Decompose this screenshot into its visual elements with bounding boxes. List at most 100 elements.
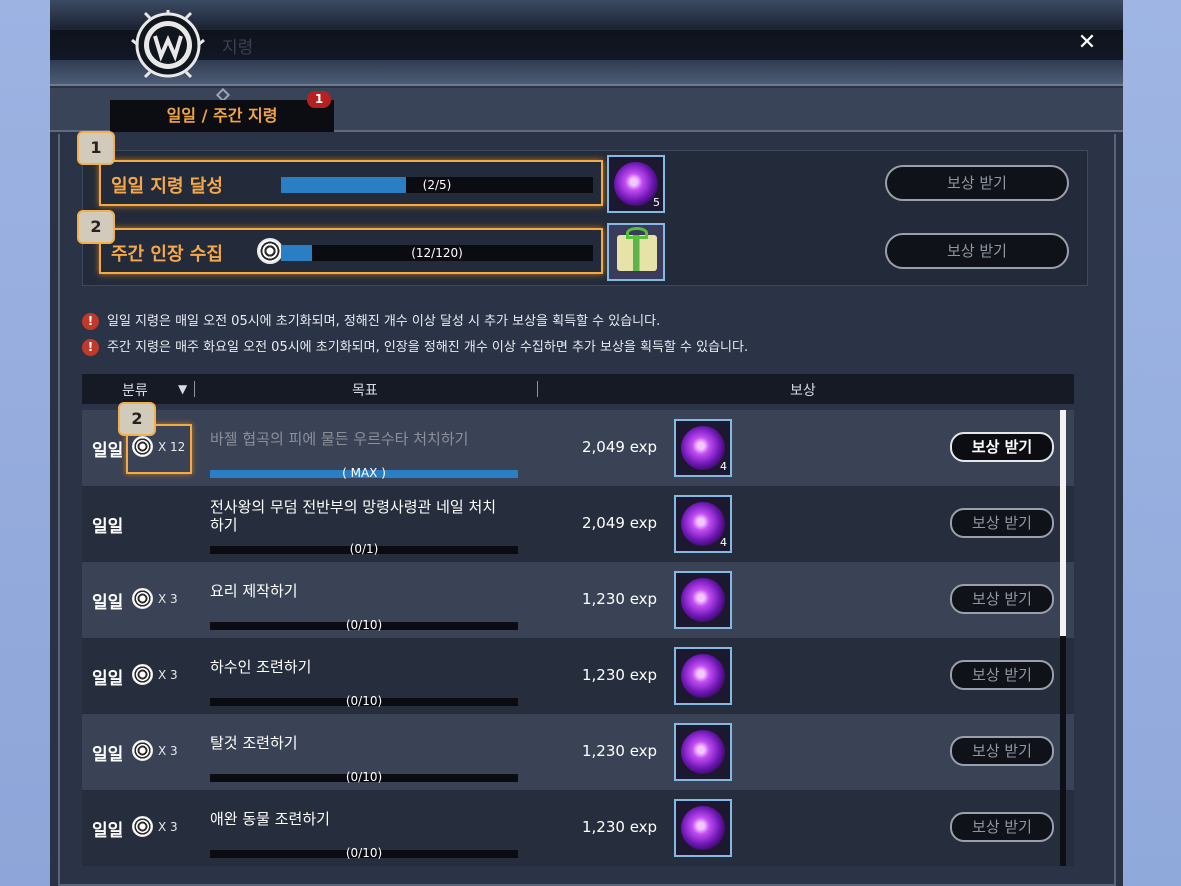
mission-category: 일일 <box>92 821 124 841</box>
seal-multiplier: X 3 <box>158 668 178 682</box>
mission-goal: 바젤 협곡의 피에 물든 우르수타 처치하기 <box>210 430 469 448</box>
emblem-icon <box>131 10 205 79</box>
tab-strip: 일일 / 주간 지령 1 <box>50 87 1123 132</box>
table-header: 분류 ▼ 목표 보상 <box>82 374 1074 404</box>
weekly-progress-text: (12/120) <box>411 246 463 260</box>
mission-category: 일일 <box>92 593 124 613</box>
warning-icon: ! <box>82 339 99 356</box>
header-category[interactable]: 분류 <box>122 380 148 400</box>
weekly-seal-row: 주간 인장 수집 (12/120) <box>99 228 603 274</box>
mission-category: 일일 <box>92 669 124 689</box>
background-right <box>1121 0 1181 886</box>
mission-window: 지령 ✕ 일일 / 주간 지령 1 일일 지령 달성 (2/5) 주간 인장 수… <box>50 0 1123 886</box>
daily-reward-button[interactable]: 보상 받기 <box>885 165 1069 201</box>
scrollbar-track[interactable] <box>1060 410 1066 866</box>
claim-reward-button[interactable]: 보상 받기 <box>950 432 1054 462</box>
reward-count: 4 <box>720 460 727 473</box>
mission-list[interactable]: 일일 X 12 바젤 협곡의 피에 물든 우르수타 처치하기( MAX ) 2,049… <box>82 410 1074 866</box>
weekly-reward-gift-icon[interactable] <box>607 223 665 281</box>
seal-icon <box>132 664 153 685</box>
window-title: 지령 <box>222 38 254 58</box>
reward-orb-icon[interactable] <box>674 723 732 781</box>
seal-icon <box>132 816 153 837</box>
tab-daily-weekly[interactable]: 일일 / 주간 지령 <box>110 100 334 132</box>
seal-icon <box>132 588 153 609</box>
mission-row: 일일 X 12 바젤 협곡의 피에 물든 우르수타 처치하기( MAX ) 2,049… <box>82 410 1074 486</box>
tab-badge: 1 <box>307 91 331 108</box>
header-divider <box>537 381 538 397</box>
notice-daily-text: 일일 지령은 매일 오전 05시에 초기화되며, 정해진 개수 이상 달성 시 … <box>107 314 661 329</box>
mission-goal: 애완 동물 조련하기 <box>210 810 330 828</box>
notice-weekly: ! 주간 지령은 매주 화요일 오전 05시에 초기화되며, 인장을 정해진 개수… <box>82 336 748 356</box>
mission-progress-bar: (0/1) <box>210 542 518 556</box>
mission-goal: 전사왕의 무덤 전반부의 망령사령관 네일 처치하기 <box>210 498 497 534</box>
summary-panel: 일일 지령 달성 (2/5) 주간 인장 수집 (12/120) 1 2 5 보… <box>77 131 1088 286</box>
weekly-progress-bar: (12/120) <box>281 245 593 261</box>
header-reward: 보상 <box>790 383 816 399</box>
header-divider <box>194 381 195 397</box>
mission-exp: 1,230 exp <box>582 590 658 608</box>
notice-daily: ! 일일 지령은 매일 오전 05시에 초기화되며, 정해진 개수 이상 달성 시… <box>82 310 660 330</box>
daily-reward-orb-icon[interactable]: 5 <box>607 155 665 213</box>
mission-row: 일일 X 3 요리 제작하기 (0/10) 1,230 exp 보상 받기 <box>82 562 1074 638</box>
daily-progress-bar: (2/5) <box>281 177 593 193</box>
daily-progress-text: (2/5) <box>422 178 452 192</box>
background-left <box>0 0 50 886</box>
gift-bow-icon <box>626 227 648 239</box>
seal-icon <box>132 740 153 761</box>
mission-category: 일일 <box>92 745 124 765</box>
purple-orb-icon <box>681 578 725 622</box>
reward-orb-icon[interactable]: 4 <box>674 419 732 477</box>
weekly-reward-button[interactable]: 보상 받기 <box>885 233 1069 269</box>
mission-progress-text: (0/10) <box>345 694 383 708</box>
claim-reward-button[interactable]: 보상 받기 <box>950 508 1054 538</box>
mission-exp: 1,230 exp <box>582 818 658 836</box>
mission-progress-bar: (0/10) <box>210 694 518 708</box>
claim-reward-button[interactable]: 보상 받기 <box>950 736 1054 766</box>
claim-reward-button[interactable]: 보상 받기 <box>950 660 1054 690</box>
mission-category: 일일 <box>92 441 124 461</box>
reward-count: 4 <box>720 536 727 549</box>
title-bar: 지령 ✕ <box>50 0 1123 86</box>
marker-badge-1: 1 <box>77 131 115 165</box>
purple-orb-icon <box>681 806 725 850</box>
scrollbar-thumb[interactable] <box>1060 410 1066 636</box>
mission-progress-text: (0/10) <box>345 770 383 784</box>
mission-goal: 하수인 조련하기 <box>210 658 312 676</box>
seal-multiplier: X 3 <box>158 744 178 758</box>
mission-progress-text: (0/1) <box>349 542 379 556</box>
purple-orb-icon <box>681 730 725 774</box>
purple-orb-icon <box>681 502 725 546</box>
mission-row: 일일 X 3 애완 동물 조련하기 (0/10) 1,230 exp 보상 받기 <box>82 790 1074 866</box>
sort-arrow-icon[interactable]: ▼ <box>178 382 187 396</box>
reward-orb-icon[interactable] <box>674 571 732 629</box>
purple-orb-icon <box>614 162 658 206</box>
title-band <box>50 30 1123 60</box>
close-icon[interactable]: ✕ <box>1076 31 1098 55</box>
mission-exp: 1,230 exp <box>582 742 658 760</box>
mission-exp: 2,049 exp <box>582 514 658 532</box>
mission-progress-text: ( MAX ) <box>342 466 386 480</box>
mission-goal: 요리 제작하기 <box>210 582 298 600</box>
mission-category: 일일 <box>92 517 124 537</box>
marker-badge-2: 2 <box>77 210 115 244</box>
reward-orb-icon[interactable] <box>674 799 732 857</box>
mission-progress-bar: (0/10) <box>210 618 518 632</box>
mission-row: 일일 전사왕의 무덤 전반부의 망령사령관 네일 처치하기 (0/1) 2,049 e… <box>82 486 1074 562</box>
seal-multiplier: X 3 <box>158 592 178 606</box>
daily-achievement-row: 일일 지령 달성 (2/5) <box>99 160 603 206</box>
mission-progress-text: (0/10) <box>345 618 383 632</box>
mission-progress-bar: (0/10) <box>210 846 518 860</box>
claim-reward-button[interactable]: 보상 받기 <box>950 812 1054 842</box>
reward-orb-icon[interactable] <box>674 647 732 705</box>
seal-multiplier: X 3 <box>158 820 178 834</box>
reward-orb-icon[interactable]: 4 <box>674 495 732 553</box>
seal-icon <box>257 238 283 264</box>
notice-weekly-text: 주간 지령은 매주 화요일 오전 05시에 초기화되며, 인장을 정해진 개수 … <box>107 340 749 355</box>
claim-reward-button[interactable]: 보상 받기 <box>950 584 1054 614</box>
mission-goal: 탈것 조련하기 <box>210 734 298 752</box>
warning-icon: ! <box>82 313 99 330</box>
mission-exp: 1,230 exp <box>582 666 658 684</box>
daily-achievement-label: 일일 지령 달성 <box>111 176 223 197</box>
daily-reward-count: 5 <box>653 196 660 209</box>
